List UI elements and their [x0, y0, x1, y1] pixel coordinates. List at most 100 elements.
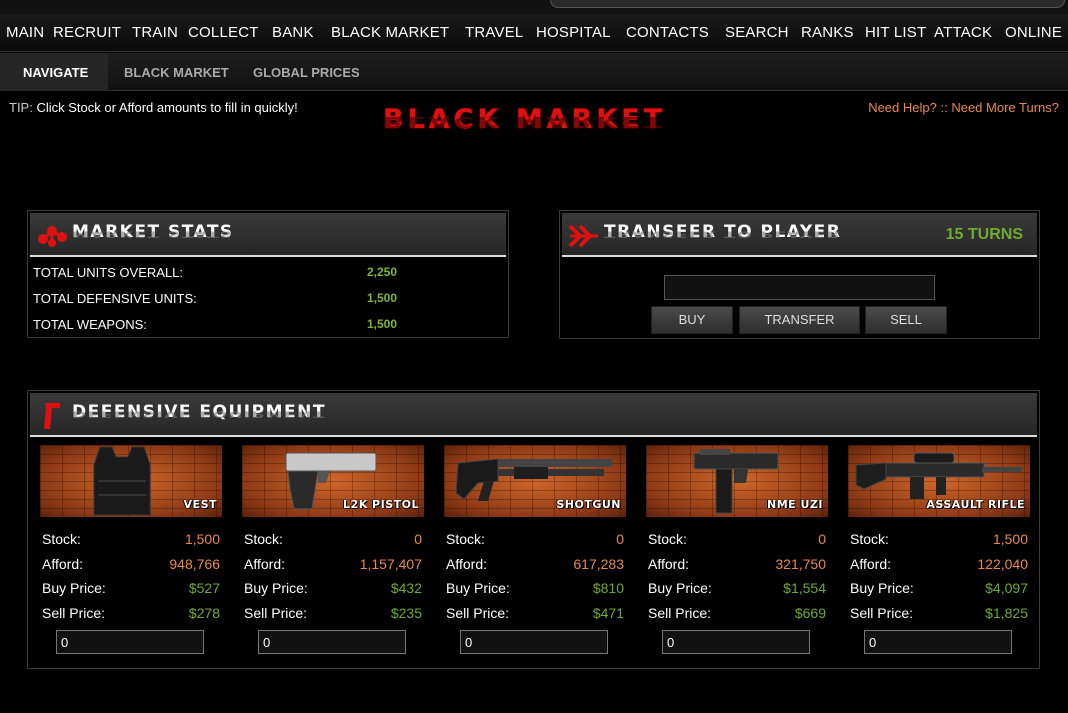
afford-label: Afford: — [446, 556, 487, 572]
black-market-logo: BLACK MARKET BLACK MARKET — [383, 104, 683, 148]
stock-value[interactable]: 1,500 — [185, 531, 220, 547]
transfer-title-reflection: TRANSFER TO PLAYER — [604, 229, 842, 239]
subnav-navigate[interactable]: NAVIGATE — [23, 65, 88, 80]
buy-price-row: Buy Price: $4,097 — [850, 580, 1028, 598]
item-image[interactable]: ASSAULT RIFLE — [848, 445, 1030, 517]
stock-label: Stock: — [244, 531, 283, 547]
afford-row: Afford: 321,750 — [648, 556, 826, 574]
need-help-link[interactable]: Need Help? — [868, 100, 937, 115]
nav-collect[interactable]: COLLECT — [188, 24, 259, 41]
subnav-global-prices[interactable]: GLOBAL PRICES — [253, 65, 360, 80]
nav-main[interactable]: MAIN — [6, 24, 44, 41]
quantity-input[interactable] — [258, 630, 406, 654]
tip-label: TIP: — [9, 100, 33, 115]
buy-price-value: $432 — [390, 580, 422, 596]
afford-value[interactable]: 1,157,407 — [360, 556, 422, 572]
buy-price-value: $1,554 — [783, 580, 826, 596]
quantity-input[interactable] — [56, 630, 204, 654]
afford-value[interactable]: 617,283 — [573, 556, 624, 572]
tip-message: Click Stock or Afford amounts to fill in… — [36, 100, 298, 115]
item-name: NME UZI — [767, 498, 823, 511]
defensive-equipment-panel: DEFENSIVE EQUIPMENT DEFENSIVE EQUIPMENT … — [27, 390, 1040, 669]
market-stats-header: MARKET STATS MARKET STATS — [30, 213, 506, 257]
sell-price-value: $278 — [188, 605, 220, 621]
buy-price-label: Buy Price: — [42, 580, 106, 596]
gun-icon — [44, 403, 60, 429]
stat-row: TOTAL UNITS OVERALL: 2,250 — [33, 265, 503, 283]
top-strip — [0, 0, 1068, 14]
buy-price-label: Buy Price: — [446, 580, 510, 596]
buy-price-value: $527 — [188, 580, 220, 596]
stat-value: 1,500 — [367, 291, 398, 305]
transfer-header: TRANSFER TO PLAYER TRANSFER TO PLAYER 15… — [562, 213, 1037, 257]
item-image[interactable]: NME UZI — [646, 445, 828, 517]
item-name: ASSAULT RIFLE — [926, 498, 1025, 511]
market-stats-panel: MARKET STATS MARKET STATS TOTAL UNITS OV… — [27, 210, 509, 338]
molecule-icon — [38, 226, 67, 247]
sell-price-row: Sell Price: $1,825 — [850, 605, 1028, 623]
stock-value[interactable]: 0 — [616, 531, 624, 547]
buy-price-value: $810 — [592, 580, 624, 596]
sell-price-value: $235 — [390, 605, 422, 621]
sell-button[interactable]: SELL — [865, 306, 947, 334]
afford-row: Afford: 948,766 — [42, 556, 220, 574]
help-separator: :: — [940, 100, 948, 115]
afford-value[interactable]: 122,040 — [977, 556, 1028, 572]
buy-price-label: Buy Price: — [244, 580, 308, 596]
stat-label: TOTAL UNITS OVERALL: — [33, 265, 184, 280]
afford-label: Afford: — [244, 556, 285, 572]
double-arrow-icon — [568, 224, 598, 248]
stock-label: Stock: — [648, 531, 687, 547]
nav-train[interactable]: TRAIN — [132, 24, 178, 41]
item-image[interactable]: L2K PISTOL — [242, 445, 424, 517]
buy-price-row: Buy Price: $527 — [42, 580, 220, 598]
stat-row: TOTAL WEAPONS: 1,500 — [33, 317, 503, 335]
nav-search[interactable]: SEARCH — [725, 24, 789, 41]
buy-price-label: Buy Price: — [850, 580, 914, 596]
afford-value[interactable]: 321,750 — [775, 556, 826, 572]
afford-value[interactable]: 948,766 — [169, 556, 220, 572]
stat-value: 1,500 — [367, 317, 398, 331]
player-name-input[interactable] — [664, 275, 935, 300]
nav-black-market[interactable]: BLACK MARKET — [331, 24, 449, 41]
buy-price-row: Buy Price: $810 — [446, 580, 624, 598]
stock-row: Stock: 0 — [244, 531, 422, 549]
afford-row: Afford: 617,283 — [446, 556, 624, 574]
stock-value[interactable]: 0 — [414, 531, 422, 547]
nav-bank[interactable]: BANK — [272, 24, 314, 41]
nav-attack[interactable]: ATTACK — [934, 24, 992, 41]
afford-label: Afford: — [42, 556, 83, 572]
stock-label: Stock: — [850, 531, 889, 547]
transfer-button[interactable]: TRANSFER — [739, 306, 860, 334]
stock-value[interactable]: 0 — [818, 531, 826, 547]
stock-label: Stock: — [446, 531, 485, 547]
stock-label: Stock: — [42, 531, 81, 547]
nav-hit-list[interactable]: HIT LIST — [865, 24, 926, 41]
sell-price-row: Sell Price: $471 — [446, 605, 624, 623]
item-image[interactable]: VEST — [40, 445, 222, 517]
nav-contacts[interactable]: CONTACTS — [626, 24, 709, 41]
item-image[interactable]: SHOTGUN — [444, 445, 626, 517]
nav-recruit[interactable]: RECRUIT — [53, 24, 121, 41]
nav-travel[interactable]: TRAVEL — [465, 24, 523, 41]
sell-price-value: $1,825 — [985, 605, 1028, 621]
nav-ranks[interactable]: RANKS — [801, 24, 854, 41]
need-more-turns-link[interactable]: Need More Turns? — [951, 100, 1059, 115]
top-search-bar[interactable] — [550, 0, 1065, 8]
quantity-input[interactable] — [662, 630, 810, 654]
quantity-input[interactable] — [460, 630, 608, 654]
buy-price-value: $4,097 — [985, 580, 1028, 596]
buy-button[interactable]: BUY — [651, 306, 733, 334]
transfer-panel: TRANSFER TO PLAYER TRANSFER TO PLAYER 15… — [559, 210, 1040, 339]
buy-price-row: Buy Price: $432 — [244, 580, 422, 598]
stock-value[interactable]: 1,500 — [993, 531, 1028, 547]
quantity-input[interactable] — [864, 630, 1012, 654]
afford-row: Afford: 1,157,407 — [244, 556, 422, 574]
sell-price-value: $471 — [592, 605, 624, 621]
sub-nav: NAVIGATE BLACK MARKET GLOBAL PRICES — [0, 53, 1068, 91]
stat-value: 2,250 — [367, 265, 398, 279]
subnav-black-market[interactable]: BLACK MARKET — [124, 65, 229, 80]
nav-online[interactable]: ONLINE — [1005, 24, 1062, 41]
vest-icon — [93, 446, 151, 516]
nav-hospital[interactable]: HOSPITAL — [536, 24, 611, 41]
